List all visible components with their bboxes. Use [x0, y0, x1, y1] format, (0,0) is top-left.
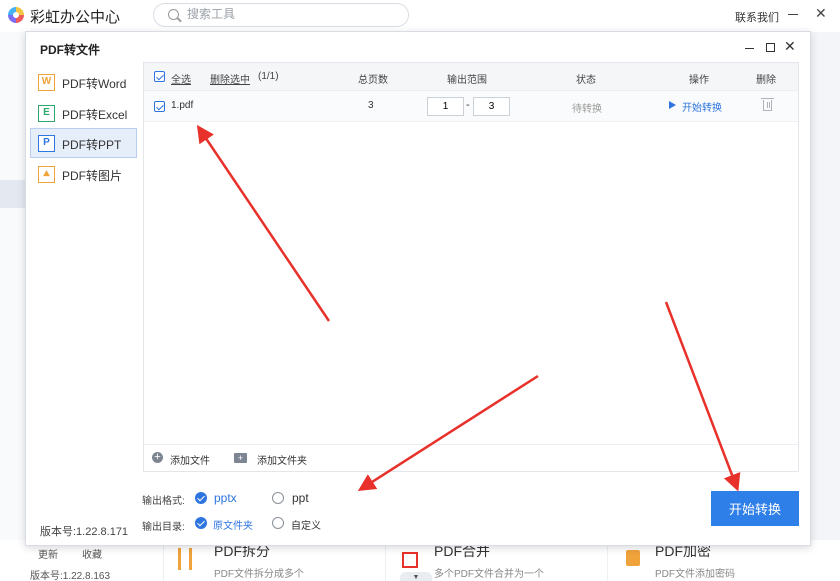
column-header-delete: 删除	[756, 75, 776, 86]
trash-icon[interactable]	[761, 98, 774, 111]
dialog-title: PDF转文件	[40, 43, 101, 57]
tool-card-pdf-encrypt[interactable]: PDF加密 PDF文件添加密码	[607, 540, 840, 581]
dir-custom-label[interactable]: 自定义	[291, 517, 321, 532]
dir-original-radio[interactable]	[195, 517, 207, 529]
version-label: 版本号:1.22.8.171	[40, 526, 129, 538]
sidebar-item-label: PDF转PPT	[62, 138, 122, 152]
row-checkbox[interactable]	[154, 101, 165, 112]
file-list-panel: 全选 删除选中 (1/1) 总页数 输出范围 状态 操作 删除 1.pdf 3 …	[143, 62, 799, 472]
column-header-action: 操作	[689, 75, 709, 86]
contact-us-link[interactable]: 联系我们	[735, 9, 779, 25]
format-ppt-label[interactable]: ppt	[292, 491, 309, 505]
sidebar-item-pdf-to-word[interactable]: W PDF转Word	[30, 67, 137, 97]
sidebar-item-label: PDF转Excel	[62, 108, 128, 122]
favorites-link[interactable]: 收藏	[82, 546, 102, 561]
tool-card-desc: PDF文件拆分成多个	[214, 569, 304, 580]
file-list-footer: + 添加文件 + 添加文件夹	[144, 444, 798, 471]
format-pptx-radio[interactable]	[195, 492, 207, 504]
range-separator: -	[466, 99, 470, 111]
lock-icon	[626, 550, 640, 566]
format-pptx-label[interactable]: pptx	[214, 491, 237, 505]
status-badge: 待转换	[572, 104, 602, 115]
play-icon[interactable]	[669, 101, 676, 109]
format-ppt-radio[interactable]	[272, 492, 284, 504]
sidebar-item-label: PDF转图片	[62, 169, 123, 183]
pdf-merge-icon	[402, 552, 418, 568]
table-row[interactable]: 1.pdf 3 - 待转换 开始转换	[144, 91, 798, 122]
background-sidebar-active-item	[0, 180, 25, 208]
app-title: 彩虹办公中心	[30, 9, 121, 26]
dialog-maximize-button[interactable]	[766, 43, 775, 52]
update-link[interactable]: 更新	[38, 546, 58, 561]
output-directory-label: 输出目录:	[142, 522, 185, 533]
add-file-button[interactable]: 添加文件	[170, 452, 210, 467]
tool-card-pdf-split[interactable]: PDF拆分 PDF文件拆分成多个	[163, 540, 385, 581]
range-from-input[interactable]	[427, 97, 464, 116]
search-input[interactable]	[187, 7, 397, 21]
row-start-convert-link[interactable]: 开始转换	[682, 99, 722, 114]
start-convert-button[interactable]: 开始转换	[711, 491, 799, 526]
file-list-header: 全选 删除选中 (1/1) 总页数 输出范围 状态 操作 删除	[144, 63, 798, 91]
select-all-checkbox[interactable]	[154, 71, 165, 82]
sidebar-item-label: PDF转Word	[62, 77, 127, 91]
add-folder-icon[interactable]: +	[234, 453, 247, 463]
dir-original-label[interactable]: 原文件夹	[213, 517, 253, 532]
dialog-close-button[interactable]: ✕	[784, 38, 796, 55]
search-icon	[168, 9, 179, 20]
app-close-button[interactable]: ✕	[815, 5, 827, 22]
rainbow-logo-icon	[8, 7, 24, 23]
add-file-icon[interactable]: +	[152, 452, 163, 463]
sidebar-item-pdf-to-ppt[interactable]: P PDF转PPT	[30, 128, 137, 158]
pdf-split-icon	[178, 548, 192, 570]
search-box[interactable]	[153, 3, 409, 27]
column-header-pages: 总页数	[358, 75, 388, 86]
background-sidebar	[0, 32, 25, 581]
expand-toggle-icon[interactable]: ▼	[400, 572, 432, 581]
column-header-status: 状态	[576, 75, 596, 86]
dir-custom-radio[interactable]	[272, 517, 284, 529]
pdf-convert-dialog: PDF转文件 ✕ W PDF转Word E PDF转Excel P PDF转PP…	[25, 31, 811, 546]
select-all-link[interactable]: 全选	[171, 71, 191, 86]
image-icon: ⛰	[38, 166, 55, 183]
tool-card-desc: 多个PDF文件合并为一个	[434, 569, 544, 580]
excel-icon: E	[38, 105, 55, 122]
output-format-label: 输出格式:	[142, 496, 185, 507]
sidebar-item-pdf-to-excel[interactable]: E PDF转Excel	[30, 98, 137, 128]
word-icon: W	[38, 74, 55, 91]
page-count: 3	[368, 100, 374, 111]
add-folder-button[interactable]: 添加文件夹	[257, 452, 307, 467]
tool-card-desc: PDF文件添加密码	[655, 569, 735, 580]
app-minimize-button[interactable]	[788, 14, 798, 15]
sidebar-item-pdf-to-image[interactable]: ⛰ PDF转图片	[30, 159, 137, 189]
app-title-bar: 彩虹办公中心 联系我们 ✕	[0, 0, 840, 32]
converter-sidebar: W PDF转Word E PDF转Excel P PDF转PPT ⛰ PDF转图…	[26, 62, 143, 547]
range-to-input[interactable]	[473, 97, 510, 116]
column-header-range: 输出范围	[447, 75, 487, 86]
ppt-icon: P	[38, 135, 55, 152]
background-version-label: 版本号:1.22.8.163	[30, 571, 111, 581]
selection-count: (1/1)	[258, 71, 279, 82]
file-name: 1.pdf	[171, 100, 194, 111]
dialog-minimize-button[interactable]	[745, 48, 754, 49]
delete-selected-link[interactable]: 删除选中	[210, 71, 250, 86]
